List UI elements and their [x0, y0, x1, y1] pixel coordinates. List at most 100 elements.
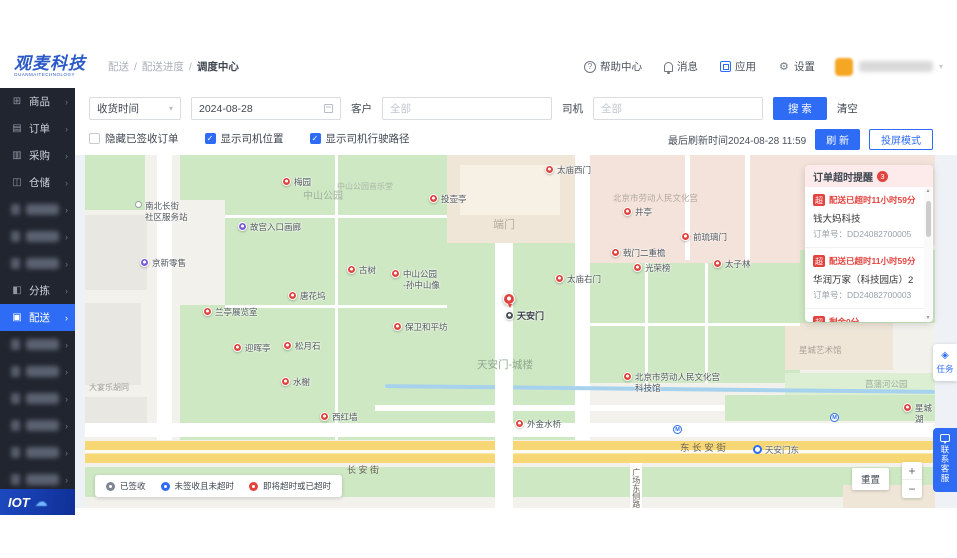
sorting-icon: ◧	[12, 285, 22, 296]
taimiao-path	[745, 155, 750, 260]
sidebar-item-redacted[interactable]: ›	[0, 439, 75, 466]
sidebar-item-仓储[interactable]: ◫ 仓储 ›	[0, 169, 75, 196]
alert-order-item[interactable]: 超配送已超时11小时59分 钱大妈科技 订单号：DD24082700005	[805, 187, 924, 248]
map-legend: 已签收 未签收且未超时 即将超时或已超时	[95, 475, 343, 497]
sidebar-item-订单[interactable]: ▤ 订单 ›	[0, 115, 75, 142]
sidebar-item-label: 商品	[29, 96, 50, 108]
sidebar-item-redacted[interactable]: ›	[0, 223, 75, 250]
sidebar-item-redacted[interactable]: ›	[0, 358, 75, 385]
map-poi-red: 太子林	[713, 259, 751, 270]
legend-item: 未签收且未超时	[160, 480, 234, 492]
help-icon: ?	[583, 60, 596, 73]
time-type-value: 收货时间	[97, 103, 139, 115]
map-pin-icon	[545, 165, 554, 174]
header-menu-bell[interactable]: 消息	[663, 59, 698, 74]
panel-body: 超配送已超时11小时59分 钱大妈科技 订单号：DD24082700005 超配送已超…	[805, 187, 933, 322]
header-menu-apps[interactable]: 应用	[719, 59, 756, 74]
customer-label: 客户	[351, 103, 372, 115]
map-poi-red: 西红墙	[320, 412, 358, 423]
main-content: 收货时间 ▾ 2024-08-28 客户 司机 搜 索 清空 隐藏已签收订单 ✓ 显…	[75, 88, 957, 515]
clear-button[interactable]: 清空	[837, 101, 858, 116]
map-area-label: 中山公园	[303, 191, 343, 202]
chevron-right-icon: ›	[65, 420, 68, 431]
sidebar-item-redacted[interactable]: ›	[0, 412, 75, 439]
map-poi-label: 前琉璃门	[693, 232, 728, 242]
user-box[interactable]: ▾	[834, 57, 943, 76]
sidebar-item-采购[interactable]: ▥ 采购 ›	[0, 142, 75, 169]
breadcrumb-item[interactable]: 配送进度	[142, 59, 184, 74]
redacted-icon	[11, 393, 21, 404]
search-button[interactable]: 搜 索	[773, 97, 827, 120]
map-poi-label: 南北长街 社区服务站	[145, 201, 188, 222]
contact-support-tab[interactable]: 联系客服	[933, 428, 957, 492]
building-block	[85, 215, 147, 290]
sidebar-item-分拣[interactable]: ◧ 分拣 ›	[0, 277, 75, 304]
sidebar-item-配送[interactable]: ▣ 配送 ›	[0, 304, 75, 331]
map-pin-icon	[233, 343, 242, 352]
panel-scrollbar[interactable]: ▲ ▼	[924, 187, 932, 322]
checkbox-box[interactable]: ✓	[309, 133, 321, 144]
refresh-zone: 最后刷新时间2024-08-28 11:59 刷 新 投屏模式	[668, 129, 933, 150]
customer-input[interactable]	[382, 97, 552, 120]
time-type-select[interactable]: 收货时间 ▾	[89, 97, 181, 120]
breadcrumb-item[interactable]: 调度中心	[197, 59, 239, 74]
delivery-overdue-pin[interactable]	[503, 293, 515, 308]
task-tab[interactable]: ◈ 任务	[933, 344, 957, 381]
breadcrumb-separator: /	[188, 60, 192, 73]
scroll-thumb[interactable]	[925, 201, 931, 237]
sidebar-item-商品[interactable]: ⊞ 商品 ›	[0, 88, 75, 115]
map-poi-label: 中山公园 -孙中山像	[403, 269, 440, 290]
zoom-out-button[interactable]: −	[902, 480, 922, 498]
map-area-label: 端门	[493, 219, 515, 231]
refresh-button[interactable]: 刷 新	[815, 129, 860, 150]
date-picker[interactable]: 2024-08-28	[191, 97, 341, 120]
checkbox-box[interactable]	[89, 133, 100, 144]
pin-icon	[160, 481, 170, 491]
alert-order-item[interactable]: 超剩余0分华润万家（科技园店）2	[805, 309, 924, 322]
checkbox-显示司机行驶路径[interactable]: ✓ 显示司机行驶路径	[309, 131, 410, 146]
sidebar-item-redacted[interactable]: ›	[0, 331, 75, 358]
checkbox-显示司机位置[interactable]: ✓ 显示司机位置	[204, 131, 284, 146]
taimiao-path	[590, 323, 800, 326]
alert-order-item[interactable]: 超配送已超时11小时59分 华润万家（科技园店）2 订单号：DD2408270000…	[805, 248, 924, 309]
layers-icon: ◈	[941, 350, 949, 361]
sidebar-item-redacted[interactable]: ›	[0, 250, 75, 277]
map-poi-label: 戟门二重檐	[623, 248, 666, 258]
driver-input[interactable]	[593, 97, 763, 120]
map-reset-button[interactable]: 重置	[851, 468, 889, 490]
map-area-label: 北京市劳动人民文化宫	[613, 193, 699, 203]
pin-icon	[106, 481, 115, 491]
map-poi-label: 梅园	[294, 177, 312, 187]
map-pin-icon	[611, 248, 620, 257]
brand-name: 观麦科技	[14, 54, 86, 74]
scroll-up-icon[interactable]: ▲	[926, 187, 931, 195]
redacted-label	[26, 339, 59, 350]
checkbox-box[interactable]: ✓	[204, 133, 216, 144]
cloud-icon: ☁	[34, 494, 48, 509]
redacted-label	[26, 447, 59, 458]
map-zoom-control: + −	[902, 462, 922, 498]
breadcrumb-item[interactable]: 配送	[108, 59, 129, 74]
header-menu-label: 设置	[793, 61, 815, 73]
scroll-track[interactable]	[924, 195, 932, 314]
map-pin-icon	[505, 311, 514, 320]
brand-logo[interactable]: 观麦科技 GUANMAITECHNOLOGY	[14, 55, 86, 78]
chevron-right-icon: ›	[65, 177, 68, 188]
chat-bubble-icon	[940, 434, 950, 444]
map-poi-red: 梅园	[282, 177, 311, 188]
cast-mode-button[interactable]: 投屏模式	[869, 129, 933, 150]
map-pin-icon	[288, 291, 297, 300]
map-poi-red: 迎晖亭	[233, 343, 271, 354]
sidebar-item-redacted[interactable]: ›	[0, 196, 75, 223]
avatar[interactable]	[834, 57, 853, 76]
sidebar-item-redacted[interactable]: ›	[0, 385, 75, 412]
scroll-down-icon[interactable]: ▼	[926, 314, 931, 322]
iot-footer-logo[interactable]: IOT ☁	[0, 489, 75, 515]
task-tab-label: 任务	[936, 364, 954, 374]
header-menu-label: 应用	[734, 61, 756, 73]
checkbox-隐藏已签收订单[interactable]: 隐藏已签收订单	[89, 131, 179, 146]
header-menu-help[interactable]: ? 帮助中心	[583, 59, 642, 74]
header-menu-gear[interactable]: ⚙ 设置	[778, 59, 815, 74]
map-area-label: 天安门-城楼	[477, 359, 533, 371]
zoom-in-button[interactable]: +	[902, 462, 922, 480]
